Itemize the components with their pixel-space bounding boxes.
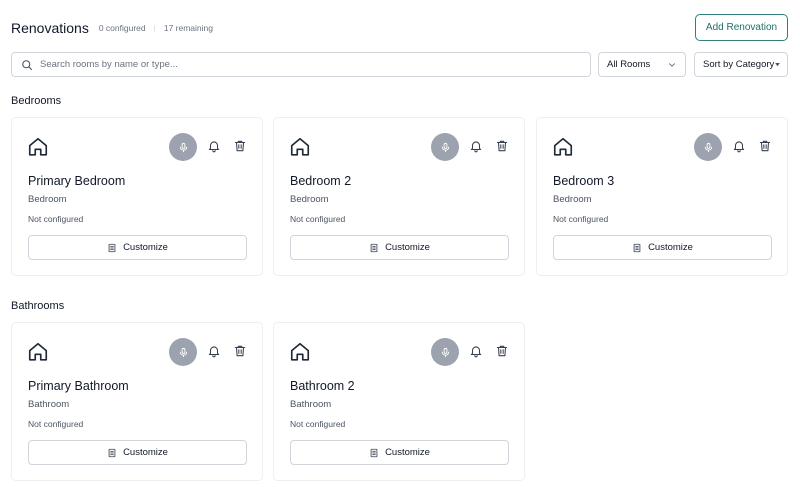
microphone-icon xyxy=(179,347,187,357)
room-status: Not configured xyxy=(28,214,84,224)
section-title-bedrooms: Bedrooms xyxy=(11,95,62,107)
room-status: Not configured xyxy=(553,214,609,224)
room-type: Bedroom xyxy=(553,194,592,205)
section-title-bathrooms: Bathrooms xyxy=(11,300,65,312)
sort-value: Sort by Category xyxy=(703,59,775,70)
room-name: Bathroom 2 xyxy=(290,379,355,393)
house-icon xyxy=(28,137,48,156)
trash-icon[interactable] xyxy=(233,139,247,153)
room-type: Bedroom xyxy=(290,194,329,205)
bell-icon[interactable] xyxy=(469,139,483,153)
room-card: Bathroom 2 Bathroom Not configured Custo… xyxy=(273,322,525,481)
customize-button[interactable]: Customize xyxy=(28,235,247,260)
page-header: Renovations 0 configured | 17 remaining … xyxy=(11,14,788,41)
room-card: Bedroom 2 Bedroom Not configured Customi… xyxy=(273,117,525,276)
house-icon xyxy=(290,342,310,361)
customize-button[interactable]: Customize xyxy=(28,440,247,465)
trash-icon[interactable] xyxy=(758,139,772,153)
document-icon xyxy=(108,243,116,252)
room-type: Bathroom xyxy=(28,399,70,410)
bell-icon[interactable] xyxy=(469,344,483,358)
room-type: Bedroom xyxy=(28,194,67,205)
customize-button[interactable]: Customize xyxy=(290,235,509,260)
room-status: Not configured xyxy=(290,419,346,429)
search-icon xyxy=(22,59,33,70)
customize-button[interactable]: Customize xyxy=(290,440,509,465)
customize-label: Customize xyxy=(123,242,168,253)
voice-button[interactable] xyxy=(431,338,459,366)
microphone-icon xyxy=(179,142,187,152)
bell-icon[interactable] xyxy=(207,139,221,153)
room-name: Primary Bathroom xyxy=(28,379,129,393)
document-icon xyxy=(370,243,378,252)
microphone-icon xyxy=(441,142,449,152)
microphone-icon xyxy=(441,347,449,357)
customize-label: Customize xyxy=(385,242,430,253)
page-title: Renovations xyxy=(11,19,89,36)
header-separator: | xyxy=(153,22,156,33)
customize-button[interactable]: Customize xyxy=(553,235,772,260)
chevron-down-icon xyxy=(775,63,780,67)
microphone-icon xyxy=(704,142,712,152)
voice-button[interactable] xyxy=(694,133,722,161)
bell-icon[interactable] xyxy=(732,139,746,153)
remaining-count: 17 remaining xyxy=(163,22,213,33)
trash-icon[interactable] xyxy=(233,344,247,358)
search-input[interactable] xyxy=(40,59,560,70)
search-bar[interactable] xyxy=(11,52,591,77)
document-icon xyxy=(108,448,116,457)
room-name: Primary Bedroom xyxy=(28,174,126,188)
room-status: Not configured xyxy=(290,214,346,224)
add-renovation-button[interactable]: Add Renovation xyxy=(695,14,788,41)
voice-button[interactable] xyxy=(169,133,197,161)
voice-button[interactable] xyxy=(169,338,197,366)
document-icon xyxy=(370,448,378,457)
customize-label: Customize xyxy=(648,242,693,253)
room-card: Bedroom 3 Bedroom Not configured Customi… xyxy=(536,117,788,276)
customize-label: Customize xyxy=(385,447,430,458)
document-icon xyxy=(633,243,641,252)
trash-icon[interactable] xyxy=(495,344,509,358)
chevron-down-icon xyxy=(669,63,675,67)
room-status: Not configured xyxy=(28,419,84,429)
room-card: Primary Bathroom Bathroom Not configured… xyxy=(11,322,263,481)
rooms-filter-select[interactable]: All Rooms xyxy=(598,52,686,77)
voice-button[interactable] xyxy=(431,133,459,161)
customize-label: Customize xyxy=(123,447,168,458)
bell-icon[interactable] xyxy=(207,344,221,358)
configured-count: 0 configured xyxy=(98,22,146,33)
house-icon xyxy=(553,137,573,156)
room-card: Primary Bedroom Bedroom Not configured C… xyxy=(11,117,263,276)
house-icon xyxy=(28,342,48,361)
rooms-filter-value: All Rooms xyxy=(607,59,651,70)
sort-select[interactable]: Sort by Category xyxy=(694,52,788,77)
trash-icon[interactable] xyxy=(495,139,509,153)
room-type: Bathroom xyxy=(290,399,332,410)
room-name: Bedroom 2 xyxy=(290,174,352,188)
house-icon xyxy=(290,137,310,156)
room-name: Bedroom 3 xyxy=(553,174,615,188)
